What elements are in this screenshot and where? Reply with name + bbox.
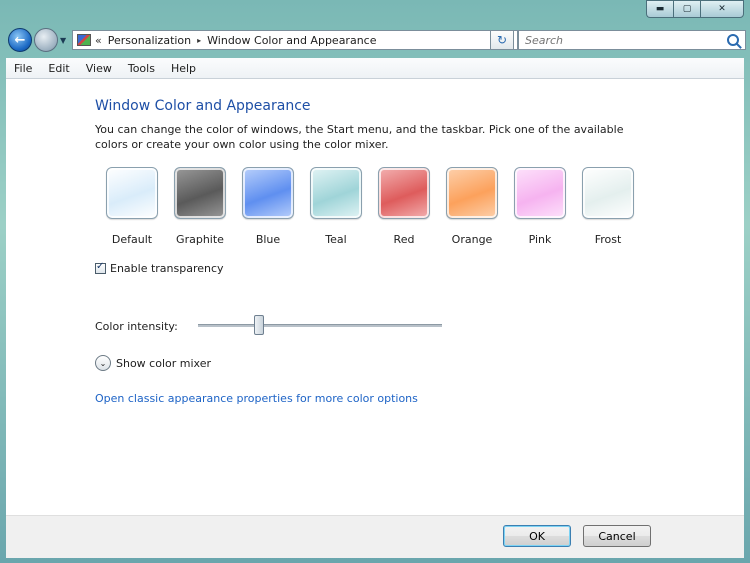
menu-help[interactable]: Help (163, 62, 204, 75)
transparency-label[interactable]: Enable transparency (110, 262, 224, 275)
menu-bar: File Edit View Tools Help (6, 58, 744, 79)
show-color-mixer[interactable]: ⌄ Show color mixer (95, 355, 211, 371)
breadcrumb-personalization[interactable]: Personalization (108, 34, 191, 47)
swatch-label: Pink (528, 233, 552, 246)
color-intensity-row: Color intensity: (95, 315, 442, 337)
swatch-tile[interactable] (446, 167, 498, 219)
swatch-blue[interactable]: Blue (240, 167, 296, 246)
slider-thumb[interactable] (253, 315, 264, 335)
swatch-label: Orange (451, 233, 493, 246)
classic-appearance-link[interactable]: Open classic appearance properties for m… (95, 392, 418, 405)
control-panel-icon (77, 34, 91, 46)
forward-button[interactable] (34, 28, 58, 52)
search-icon[interactable] (727, 34, 739, 46)
dialog-button-bar: OK Cancel (6, 515, 744, 558)
swatch-tile[interactable] (174, 167, 226, 219)
page-title: Window Color and Appearance (95, 98, 311, 114)
page-description: You can change the color of windows, the… (95, 123, 624, 151)
swatch-red[interactable]: Red (376, 167, 432, 246)
swatch-graphite[interactable]: Graphite (172, 167, 228, 246)
show-color-mixer-label[interactable]: Show color mixer (116, 357, 211, 370)
swatch-tile[interactable] (378, 167, 430, 219)
color-intensity-slider[interactable] (197, 315, 442, 337)
menu-edit[interactable]: Edit (40, 62, 77, 75)
breadcrumb-separator-icon[interactable]: ▸ (197, 36, 201, 45)
maximize-button[interactable]: ▢ (673, 0, 700, 18)
ok-button[interactable]: OK (503, 525, 571, 547)
search-box[interactable] (518, 30, 746, 50)
swatch-tile[interactable] (106, 167, 158, 219)
refresh-icon: ↻ (496, 33, 508, 47)
back-button[interactable]: ← (8, 28, 32, 52)
swatch-label: Red (393, 233, 415, 246)
breadcrumb-overflow-icon[interactable]: « (95, 34, 102, 47)
content-pane: Window Color and Appearance You can chan… (6, 79, 744, 515)
swatch-label: Default (111, 233, 153, 246)
close-button[interactable]: ✕ (700, 0, 744, 18)
swatch-tile[interactable] (242, 167, 294, 219)
swatch-label: Teal (325, 233, 347, 246)
menu-view[interactable]: View (78, 62, 120, 75)
menu-tools[interactable]: Tools (120, 62, 163, 75)
swatch-frost[interactable]: Frost (580, 167, 636, 246)
swatch-teal[interactable]: Teal (308, 167, 364, 246)
swatch-label: Graphite (176, 233, 224, 246)
menu-file[interactable]: File (6, 62, 40, 75)
window-controls: ▬ ▢ ✕ (646, 0, 744, 18)
chevron-down-icon[interactable]: ⌄ (95, 355, 111, 371)
search-input[interactable] (523, 32, 727, 48)
address-bar[interactable]: « Personalization ▸ Window Color and App… (72, 30, 518, 50)
swatch-default[interactable]: Default (104, 167, 160, 246)
swatch-pink[interactable]: Pink (512, 167, 568, 246)
breadcrumb: « Personalization ▸ Window Color and App… (95, 34, 376, 47)
swatch-tile[interactable] (310, 167, 362, 219)
cancel-button[interactable]: Cancel (583, 525, 651, 547)
recent-pages-dropdown-icon[interactable]: ▼ (60, 36, 66, 45)
color-swatch-row: Default Graphite Blue Teal Red Orange Pi… (104, 167, 648, 246)
color-intensity-label: Color intensity: (95, 319, 178, 333)
swatch-tile[interactable] (514, 167, 566, 219)
breadcrumb-window-color[interactable]: Window Color and Appearance (207, 34, 376, 47)
minimize-button[interactable]: ▬ (646, 0, 673, 18)
refresh-button[interactable]: ↻ (490, 30, 514, 50)
transparency-checkbox[interactable] (95, 261, 106, 274)
navigation-bar: ← ▼ « Personalization ▸ Window Color and… (6, 28, 746, 54)
swatch-tile[interactable] (582, 167, 634, 219)
swatch-label: Blue (255, 233, 281, 246)
transparency-option[interactable]: Enable transparency (95, 261, 224, 275)
swatch-label: Frost (594, 233, 622, 246)
slider-track[interactable] (197, 324, 442, 327)
swatch-orange[interactable]: Orange (444, 167, 500, 246)
